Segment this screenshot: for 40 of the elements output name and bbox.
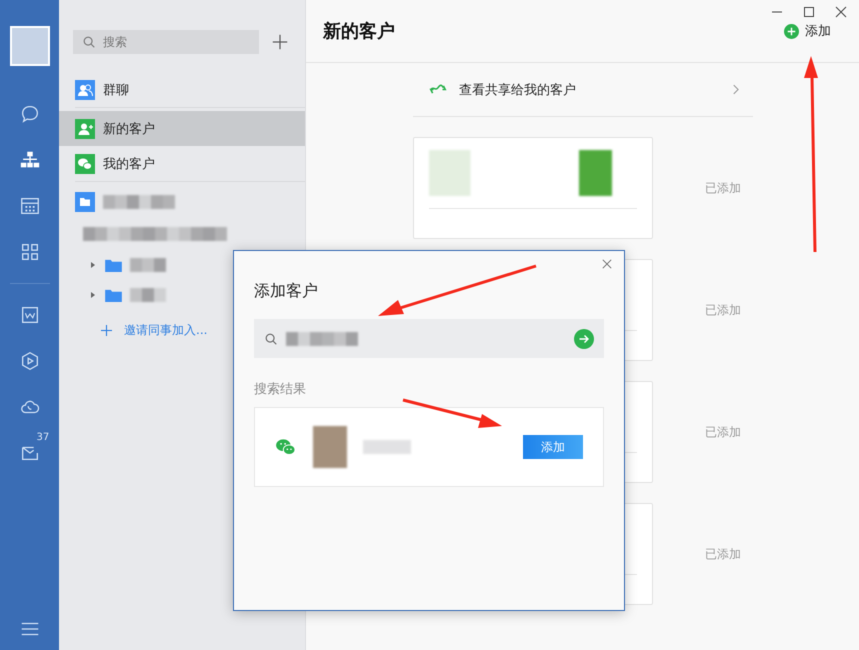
- status-label: 已添加: [705, 546, 741, 562]
- plus-icon: [101, 324, 112, 336]
- maximize-icon[interactable]: [803, 6, 815, 18]
- chevron-right-icon: [732, 84, 739, 95]
- customer-card[interactable]: [413, 137, 653, 239]
- blurred-name: [103, 195, 175, 209]
- sidebar-item[interactable]: 我的客户: [59, 146, 305, 181]
- status-label: 已添加: [705, 424, 741, 440]
- page-title: 新的客户: [323, 20, 395, 43]
- status-label: 已添加: [705, 180, 741, 196]
- blurred-name: [363, 440, 411, 454]
- search-field[interactable]: [254, 319, 604, 358]
- sidebar-item[interactable]: 群聊: [59, 72, 305, 107]
- calendar-icon[interactable]: [18, 195, 40, 217]
- blurred-name: [130, 288, 166, 302]
- section-label: 搜索结果: [254, 381, 307, 398]
- add-icon[interactable]: [271, 33, 289, 51]
- dialog-title: 添加客户: [254, 281, 319, 302]
- close-icon[interactable]: [835, 6, 847, 18]
- search-icon: [264, 332, 278, 346]
- blurred-name: [130, 258, 166, 272]
- group-icon: [75, 80, 95, 100]
- expand-arrow-icon[interactable]: [89, 261, 97, 269]
- wechat-icon: [75, 154, 95, 174]
- add-person-icon: [75, 118, 95, 138]
- close-icon[interactable]: [602, 259, 612, 269]
- mail-count: 37: [36, 432, 50, 443]
- search-field[interactable]: 搜索: [73, 30, 259, 54]
- folder-icon[interactable]: [105, 288, 122, 302]
- shared-customers-link[interactable]: 查看共享给我的客户: [413, 63, 753, 117]
- folder-icon[interactable]: [75, 192, 95, 212]
- sidebar-item[interactable]: 新的客户: [59, 111, 305, 146]
- blurred-query: [286, 332, 358, 346]
- avatar-placeholder: [313, 426, 347, 468]
- plus-circle-icon: [784, 24, 799, 38]
- wechat-icon: [275, 438, 297, 456]
- folder-icon[interactable]: [105, 258, 122, 272]
- status-label: 已添加: [705, 302, 741, 318]
- add-button[interactable]: 添加: [784, 22, 831, 40]
- expand-arrow-icon[interactable]: [89, 291, 97, 299]
